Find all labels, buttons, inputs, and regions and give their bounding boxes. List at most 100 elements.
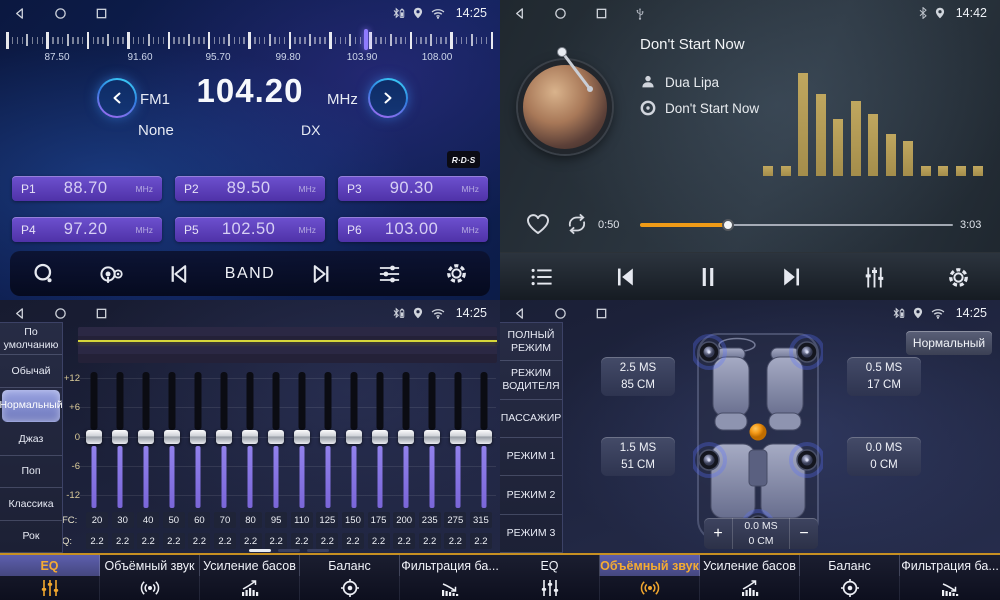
fc-value-chip[interactable]: 40 xyxy=(137,512,159,528)
q-value-chip[interactable]: 2.2 xyxy=(444,533,466,549)
q-value-chip[interactable]: 2.2 xyxy=(214,533,236,549)
eq-preset-item[interactable]: Рок xyxy=(0,521,62,553)
eq-band-slider-110hz[interactable] xyxy=(294,370,310,510)
fc-value-chip[interactable]: 275 xyxy=(444,512,466,528)
eq-band-slider-200hz[interactable] xyxy=(398,370,414,510)
home-icon[interactable] xyxy=(554,307,567,320)
eq-band-slider-175hz[interactable] xyxy=(372,370,388,510)
front-right-delay-chip[interactable]: 0.5 MS 17 CM xyxy=(847,357,921,396)
fc-value-chip[interactable]: 150 xyxy=(342,512,364,528)
q-value-chip[interactable]: 2.2 xyxy=(470,533,492,549)
tab-surround[interactable]: Объёмный звук xyxy=(600,555,700,600)
repeat-icon[interactable] xyxy=(564,212,590,236)
fc-value-chip[interactable]: 175 xyxy=(368,512,390,528)
eq-band-slider-50hz[interactable] xyxy=(164,370,180,510)
mode-item[interactable]: РЕЖИМ 1 xyxy=(500,438,562,476)
prev-icon[interactable] xyxy=(158,262,198,286)
eq-band-slider-275hz[interactable] xyxy=(450,370,466,510)
tab-surround[interactable]: Объёмный звук xyxy=(100,555,200,600)
q-value-chip[interactable]: 2.2 xyxy=(316,533,338,549)
slider-handle[interactable] xyxy=(294,430,310,444)
band-button[interactable]: BAND xyxy=(225,265,275,283)
playlist-icon[interactable] xyxy=(522,266,562,288)
home-icon[interactable] xyxy=(554,7,567,20)
rear-right-delay-chip[interactable]: 0.0 MS 0 CM xyxy=(847,437,921,476)
fc-value-chip[interactable]: 95 xyxy=(265,512,287,528)
eq-band-slider-235hz[interactable] xyxy=(424,370,440,510)
q-value-chip[interactable]: 2.2 xyxy=(368,533,390,549)
back-icon[interactable] xyxy=(13,7,26,20)
slider-handle[interactable] xyxy=(476,430,492,444)
decrease-button[interactable]: − xyxy=(790,518,818,549)
fc-value-chip[interactable]: 110 xyxy=(291,512,313,528)
slider-handle[interactable] xyxy=(190,430,206,444)
q-value-chip[interactable]: 2.2 xyxy=(393,533,415,549)
slider-handle[interactable] xyxy=(372,430,388,444)
eq-band-slider-315hz[interactable] xyxy=(476,370,492,510)
back-icon[interactable] xyxy=(513,7,526,20)
home-icon[interactable] xyxy=(54,7,67,20)
q-value-chip[interactable]: 2.2 xyxy=(240,533,262,549)
progress-knob[interactable] xyxy=(722,219,734,231)
search-icon[interactable] xyxy=(24,262,64,286)
progress-bar[interactable] xyxy=(640,224,953,226)
q-value-chip[interactable]: 2.2 xyxy=(291,533,313,549)
fc-value-chip[interactable]: 30 xyxy=(112,512,134,528)
mode-item[interactable]: РЕЖИМ ВОДИТЕЛЯ xyxy=(500,361,562,399)
sliders-h-icon[interactable] xyxy=(369,262,409,286)
seek-down-button[interactable] xyxy=(97,78,137,118)
slider-handle[interactable] xyxy=(164,430,180,444)
mode-item[interactable]: ПАССАЖИР xyxy=(500,400,562,438)
tab-bass-boost[interactable]: Усиление басов xyxy=(700,555,800,600)
eq-band-slider-40hz[interactable] xyxy=(138,370,154,510)
front-left-delay-chip[interactable]: 2.5 MS 85 CM xyxy=(601,357,675,396)
mode-item[interactable]: РЕЖИМ 2 xyxy=(500,476,562,514)
slider-handle[interactable] xyxy=(138,430,154,444)
preset-button-p1[interactable]: P188.70MHz xyxy=(12,176,162,201)
q-value-chip[interactable]: 2.2 xyxy=(163,533,185,549)
eq-band-slider-95hz[interactable] xyxy=(268,370,284,510)
q-value-chip[interactable]: 2.2 xyxy=(137,533,159,549)
preset-button-p2[interactable]: P289.50MHz xyxy=(175,176,325,201)
recents-icon[interactable] xyxy=(595,307,608,320)
fc-value-chip[interactable]: 125 xyxy=(316,512,338,528)
tab-bass-boost[interactable]: Усиление басов xyxy=(200,555,300,600)
fc-value-chip[interactable]: 200 xyxy=(393,512,415,528)
fc-value-chip[interactable]: 60 xyxy=(188,512,210,528)
fc-value-chip[interactable]: 50 xyxy=(163,512,185,528)
car-interior-diagram[interactable] xyxy=(693,330,823,548)
pause-icon[interactable] xyxy=(688,264,728,290)
slider-handle[interactable] xyxy=(346,430,362,444)
next-track-icon[interactable] xyxy=(772,264,812,290)
q-value-chip[interactable]: 2.2 xyxy=(112,533,134,549)
q-value-chip[interactable]: 2.2 xyxy=(265,533,287,549)
tab-eq-sliders[interactable]: EQ xyxy=(500,555,600,600)
preset-button-p4[interactable]: P497.20MHz xyxy=(12,217,162,242)
eq-preset-selected[interactable]: Нормальный xyxy=(2,390,60,422)
slider-handle[interactable] xyxy=(450,430,466,444)
fc-value-chip[interactable]: 315 xyxy=(470,512,492,528)
fc-value-chip[interactable]: 70 xyxy=(214,512,236,528)
tuner-scale[interactable] xyxy=(6,30,494,50)
prev-track-icon[interactable] xyxy=(605,264,645,290)
fc-value-chip[interactable]: 20 xyxy=(86,512,108,528)
q-value-chip[interactable]: 2.2 xyxy=(342,533,364,549)
eq-preset-item[interactable]: Обычай xyxy=(0,355,62,387)
home-icon[interactable] xyxy=(54,307,67,320)
q-value-chip[interactable]: 2.2 xyxy=(419,533,441,549)
recents-icon[interactable] xyxy=(95,7,108,20)
recents-icon[interactable] xyxy=(95,307,108,320)
tab-filter[interactable]: Фильтрация ба... xyxy=(400,555,500,600)
slider-handle[interactable] xyxy=(216,430,232,444)
page-dot[interactable] xyxy=(278,549,300,552)
increase-button[interactable]: + xyxy=(704,518,732,549)
eq-preset-item[interactable]: По умолчанию xyxy=(0,323,62,355)
back-icon[interactable] xyxy=(13,307,26,320)
eq-band-slider-80hz[interactable] xyxy=(242,370,258,510)
tab-eq-sliders[interactable]: EQ xyxy=(0,555,100,600)
eq-band-slider-150hz[interactable] xyxy=(346,370,362,510)
eq-band-slider-125hz[interactable] xyxy=(320,370,336,510)
tab-balance[interactable]: Баланс xyxy=(800,555,900,600)
tab-filter[interactable]: Фильтрация ба... xyxy=(900,555,1000,600)
preset-button-p5[interactable]: P5102.50MHz xyxy=(175,217,325,242)
